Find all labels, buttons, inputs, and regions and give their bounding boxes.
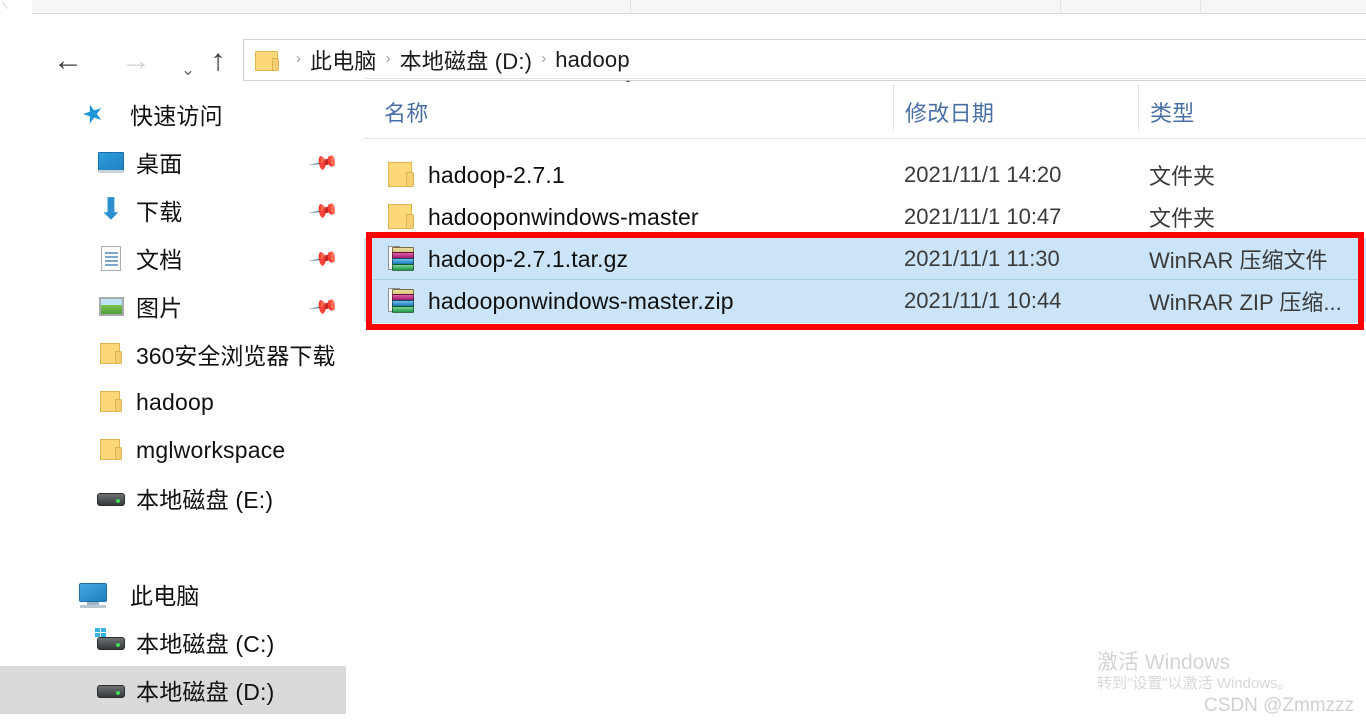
download-icon: ⬇ [98, 193, 124, 226]
file-type: 文件夹 [1149, 164, 1216, 189]
sidebar-item-label: hadoop [136, 388, 214, 415]
file-name: hadooponwindows-master.zip [428, 287, 734, 314]
folder-icon [96, 339, 126, 369]
breadcrumb-item-drive-d[interactable]: 本地磁盘 (D:) [400, 44, 533, 76]
folder-icon [96, 387, 126, 417]
sidebar-item-label: 本地磁盘 (E:) [136, 487, 274, 513]
sidebar-item-360-browser-downloads[interactable]: 360安全浏览器下载 [0, 330, 346, 378]
sidebar-item-drive-d[interactable]: 本地磁盘 (D:) [0, 666, 346, 714]
ribbon-overflow-icon: \ [2, 0, 9, 13]
breadcrumb-item-this-pc[interactable]: 此电脑 [310, 44, 377, 76]
file-date-modified: 2021/11/1 10:47 [904, 204, 1062, 229]
sidebar-item-label: mglworkspace [136, 436, 286, 463]
column-header-top-border [364, 78, 1366, 79]
navigation-pane: ★ 快速访问 桌面 📌 ⬇ 下载 📌 文档 📌 图片 📌 360安全浏览器下载 … [0, 90, 346, 724]
sidebar-item-label: 桌面 [136, 151, 183, 177]
folder-icon [96, 435, 126, 465]
table-row[interactable]: hadooponwindows-master 2021/11/1 10:47 文… [364, 196, 1366, 238]
folder-icon [388, 204, 415, 231]
folder-icon [255, 49, 281, 71]
ribbon-divider [1200, 0, 1201, 14]
file-type: 文件夹 [1149, 206, 1216, 231]
pin-icon[interactable]: 📌 [307, 290, 340, 323]
column-header-bottom-border [364, 138, 1366, 139]
drive-icon [96, 675, 126, 705]
column-divider-date-type[interactable] [1138, 84, 1139, 130]
pin-icon[interactable]: 📌 [307, 242, 340, 275]
column-header-row: 名称 修改日期 类型 [364, 82, 1366, 134]
folder-icon [388, 162, 415, 189]
drive-icon [96, 483, 126, 513]
winrar-archive-icon [388, 288, 415, 315]
column-header-name[interactable]: 名称 [384, 96, 429, 128]
column-header-date-modified[interactable]: 修改日期 [905, 96, 994, 128]
sidebar-item-documents[interactable]: 文档 📌 [0, 234, 346, 282]
ribbon-strip [0, 0, 1366, 14]
pin-icon[interactable]: 📌 [307, 146, 340, 179]
ribbon-divider [630, 0, 631, 14]
sidebar-item-drive-c[interactable]: 本地磁盘 (C:) [0, 618, 346, 666]
file-date-modified: 2021/11/1 10:44 [904, 288, 1062, 313]
windows-flag-icon [95, 628, 107, 639]
file-name: hadoop-2.7.1.tar.gz [428, 245, 629, 272]
sidebar-item-pictures[interactable]: 图片 📌 [0, 282, 346, 330]
sidebar-item-quick-access[interactable]: ★ 快速访问 [0, 90, 346, 138]
file-name: hadoop-2.7.1 [428, 161, 565, 188]
sidebar-item-desktop[interactable]: 桌面 📌 [0, 138, 346, 186]
file-date-modified: 2021/11/1 11:30 [904, 246, 1060, 271]
sidebar-item-downloads[interactable]: ⬇ 下载 📌 [0, 186, 346, 234]
sidebar-item-label: 360安全浏览器下载 [136, 343, 336, 369]
navigation-bar: ← → ⌄ ↑ › 此电脑 › 本地磁盘 (D:) › hadoop [0, 15, 1366, 81]
table-row[interactable]: hadoop-2.7.1 2021/11/1 14:20 文件夹 [364, 154, 1366, 196]
system-drive-icon [95, 627, 126, 657]
desktop-icon [96, 147, 126, 177]
file-date-modified: 2021/11/1 14:20 [904, 162, 1062, 187]
pin-icon[interactable]: 📌 [307, 194, 340, 227]
breadcrumb-item-hadoop[interactable]: hadoop [555, 47, 630, 73]
breadcrumb-separator: › [385, 49, 391, 67]
back-button[interactable]: ← [48, 43, 88, 79]
table-row[interactable]: hadooponwindows-master.zip 2021/11/1 10:… [364, 280, 1366, 322]
sidebar-item-drive-e[interactable]: 本地磁盘 (E:) [0, 714, 346, 724]
sidebar-item-this-pc[interactable]: 此电脑 [0, 570, 346, 618]
up-button[interactable]: ↑ [198, 43, 238, 79]
sidebar-item-drive-e-quick[interactable]: 本地磁盘 (E:) [0, 474, 346, 522]
address-bar[interactable]: › 此电脑 › 本地磁盘 (D:) › hadoop [243, 39, 1366, 81]
document-icon [96, 243, 126, 273]
ribbon-corner: \ [0, 0, 32, 14]
sidebar-item-label: 快速访问 [130, 103, 223, 129]
sidebar-item-label: 图片 [136, 295, 183, 321]
file-type: WinRAR 压缩文件 [1149, 248, 1328, 273]
star-icon: ★ [78, 97, 108, 131]
sidebar-item-label: 本地磁盘 (C:) [136, 631, 275, 657]
sidebar-item-label: 文档 [136, 247, 183, 273]
file-list: hadoop-2.7.1 2021/11/1 14:20 文件夹 hadoopo… [364, 140, 1366, 724]
row-separator [366, 322, 1364, 323]
winrar-archive-icon [388, 246, 415, 273]
sidebar-item-label: 下载 [136, 199, 183, 225]
activation-watermark-subtitle: 转到"设置"以激活 Windows。 [1097, 675, 1293, 692]
ribbon-divider [1060, 0, 1061, 14]
sidebar-item-label: 本地磁盘 (D:) [136, 679, 275, 705]
breadcrumb-separator: › [296, 49, 301, 67]
sidebar-item-hadoop[interactable]: hadoop [0, 378, 346, 426]
sidebar-item-mglworkspace[interactable]: mglworkspace [0, 426, 346, 474]
file-explorer-window: \ ← → ⌄ ↑ › 此电脑 › 本地磁盘 (D:) › hadoop ^ 名… [0, 0, 1366, 724]
table-row[interactable]: hadoop-2.7.1.tar.gz 2021/11/1 11:30 WinR… [364, 238, 1366, 280]
picture-icon [96, 291, 126, 321]
file-name: hadooponwindows-master [428, 203, 699, 230]
breadcrumb-separator: › [541, 49, 547, 67]
file-type: WinRAR ZIP 压缩... [1149, 290, 1342, 315]
column-divider-name-date[interactable] [893, 84, 894, 130]
csdn-signature: CSDN @Zmmzzz [1204, 695, 1355, 716]
forward-button[interactable]: → [116, 43, 156, 79]
this-pc-icon [78, 579, 108, 609]
sidebar-item-label: 此电脑 [130, 583, 200, 609]
column-header-type[interactable]: 类型 [1150, 96, 1195, 128]
